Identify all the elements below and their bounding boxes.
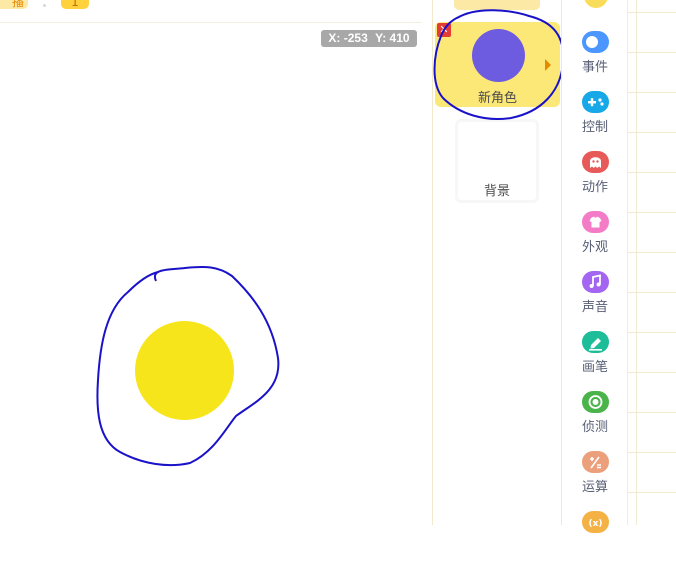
category-operators[interactable]: 运算 <box>562 451 628 507</box>
category-label: 动作 <box>581 180 608 195</box>
mouse-coordinates: X: -253 Y: 410 <box>321 30 417 47</box>
sprite-card-new-sprite[interactable]: ✕ 新角色 <box>435 22 560 107</box>
gamepad-icon <box>582 91 609 113</box>
pen-icon <box>582 331 609 353</box>
category-label: 侦测 <box>581 420 608 435</box>
category-label: 外观 <box>581 240 608 255</box>
music-icon <box>582 271 609 293</box>
shirt-icon <box>582 211 609 233</box>
sprite-panel: ✕ 新角色 背景 <box>432 0 561 525</box>
category-events[interactable]: 事件 <box>562 31 628 87</box>
close-icon[interactable]: ✕ <box>437 23 451 37</box>
ghost-icon <box>582 151 609 173</box>
target-icon <box>582 391 609 413</box>
category-motion[interactable]: 动作 <box>562 151 628 207</box>
svg-text:(x): (x) <box>588 519 602 529</box>
category-pen[interactable]: 画笔 <box>562 331 628 387</box>
category-looks[interactable]: 外观 <box>562 211 628 267</box>
add-sprite-tab[interactable] <box>454 0 540 10</box>
backdrop-name-label: 背景 <box>483 184 510 199</box>
script-area[interactable] <box>628 0 676 525</box>
category-label: 控制 <box>581 120 608 135</box>
block-category-list: 事件 控制 动作 外观 声音 画笔 侦测 运算 (x) <box>561 0 629 533</box>
variable-icon: (x) <box>582 511 609 533</box>
caret-right-icon[interactable] <box>545 59 551 71</box>
sprite-thumbnail <box>472 29 525 82</box>
stage-sprite-yellow-circle[interactable] <box>135 321 234 420</box>
coord-x: X: -253 <box>328 31 368 45</box>
sprite-name-label: 新角色 <box>477 91 517 106</box>
top-left-button[interactable]: 播 <box>0 0 28 9</box>
separator-dot <box>43 4 46 7</box>
toggle-icon <box>582 31 609 53</box>
category-label: 事件 <box>581 60 608 75</box>
backdrop-card[interactable]: 背景 <box>455 119 539 203</box>
hand-drawn-circle-annotation <box>96 266 280 467</box>
category-label: 运算 <box>581 480 608 495</box>
math-icon <box>582 451 609 473</box>
category-sensing[interactable]: 侦测 <box>562 391 628 447</box>
stage-top-border <box>0 22 422 23</box>
category-label: 声音 <box>581 300 608 315</box>
category-label: 画笔 <box>581 360 608 375</box>
top-category-icon[interactable] <box>584 0 608 8</box>
coord-y: Y: 410 <box>375 31 410 45</box>
category-variables[interactable]: (x) <box>562 511 628 567</box>
category-sound[interactable]: 声音 <box>562 271 628 327</box>
category-control[interactable]: 控制 <box>562 91 628 147</box>
page-number-button[interactable]: 1 <box>61 0 89 9</box>
